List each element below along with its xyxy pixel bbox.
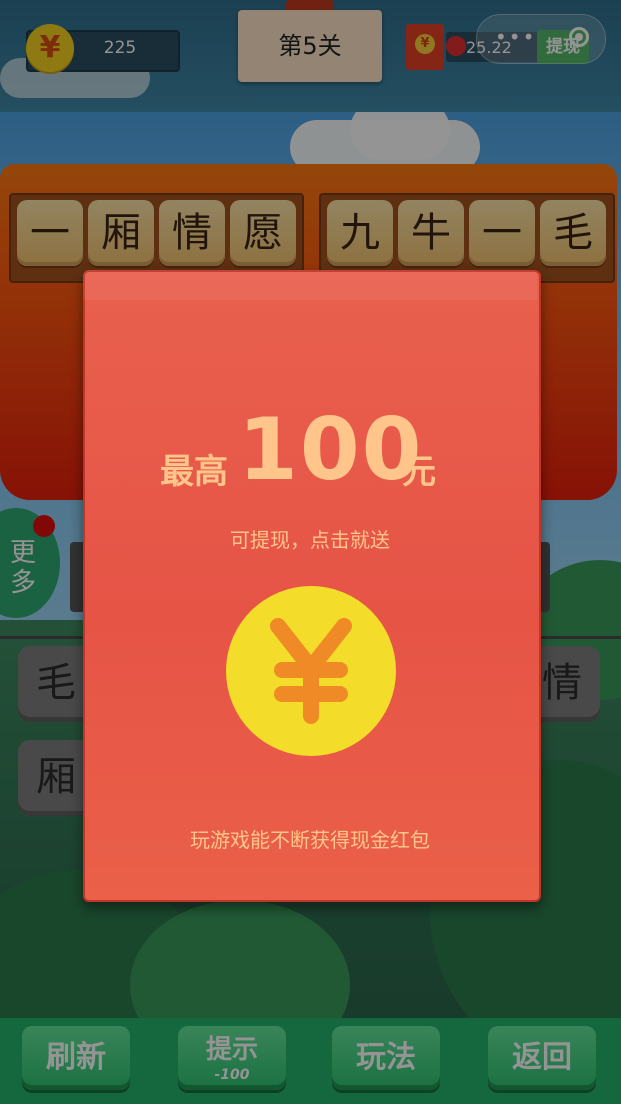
reward-subtitle: 可提现，点击就送 bbox=[230, 528, 390, 552]
yuan-icon bbox=[270, 618, 352, 724]
red-packet-flap bbox=[83, 270, 537, 300]
open-red-packet-coin-button[interactable] bbox=[226, 586, 396, 756]
reward-unit: 元 bbox=[402, 452, 436, 492]
reward-prefix: 最高 bbox=[160, 452, 228, 492]
reward-amount: 100 bbox=[238, 400, 424, 500]
reward-footer: 玩游戏能不断获得现金红包 bbox=[190, 828, 430, 852]
